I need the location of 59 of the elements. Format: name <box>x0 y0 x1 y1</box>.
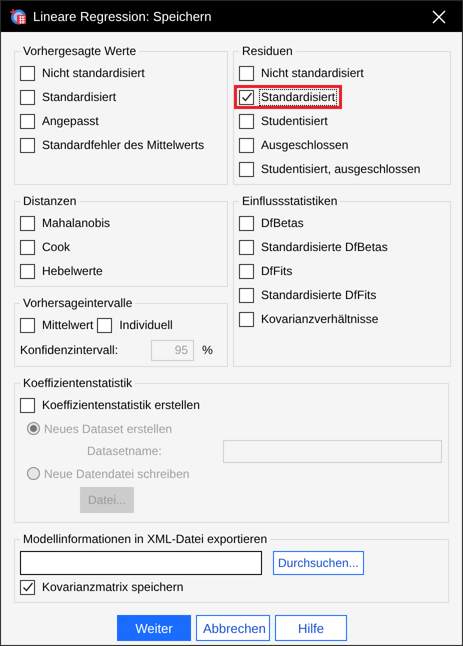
checkbox[interactable] <box>239 240 254 254</box>
file-path-field[interactable] <box>20 551 262 575</box>
app-icon <box>10 8 27 25</box>
checkbox[interactable] <box>239 264 254 278</box>
checkbox-label[interactable]: DfBetas <box>259 214 306 232</box>
checkbox[interactable] <box>20 138 35 152</box>
checkbox-label[interactable]: Kovarianzmatrix speichern <box>40 578 186 596</box>
checkbox-label[interactable]: Standardfehler des Mittelwerts <box>40 136 206 154</box>
checkbox-label[interactable]: Mahalanobis <box>40 214 112 232</box>
checkbox-label[interactable]: Studentisiert <box>259 112 330 130</box>
group-title: Distanzen <box>23 194 76 208</box>
checkbox[interactable] <box>20 216 35 230</box>
checkbox[interactable] <box>20 240 35 254</box>
checkbox[interactable] <box>239 162 254 176</box>
group-title: Residuen <box>242 44 293 58</box>
checkbox-label[interactable]: DfFits <box>259 262 294 280</box>
group-title: Vorhergesagte Werte <box>23 44 136 58</box>
checkbox-label[interactable]: Hebelwerte <box>40 262 105 280</box>
field-label: Datasetname: <box>87 444 163 458</box>
checkbox-label[interactable]: Studentisiert, ausgeschlossen <box>259 160 422 178</box>
checkbox[interactable] <box>20 264 35 278</box>
checkbox[interactable] <box>97 318 112 332</box>
group-title: Modellinformationen in XML-Datei exportieren <box>23 532 268 546</box>
checkbox-label[interactable]: Standardisierte DfBetas <box>259 238 390 256</box>
group-title: Vorhersageintervalle <box>23 296 132 310</box>
checkbox[interactable] <box>239 114 254 128</box>
group-title: Einflussstatistiken <box>242 194 338 208</box>
checkbox-label[interactable]: Ausgeschlossen <box>259 136 350 154</box>
window-title: Lineare Regression: Speichern <box>33 9 212 24</box>
checkbox[interactable] <box>20 580 35 594</box>
checkbox-label[interactable]: Angepasst <box>40 112 101 130</box>
checkbox[interactable] <box>20 398 35 412</box>
checkbox[interactable] <box>239 312 254 326</box>
checkbox[interactable] <box>20 318 35 332</box>
dialog-button[interactable]: Weiter <box>117 615 191 641</box>
checkbox-label[interactable]: Standardisierte DfFits <box>259 286 378 304</box>
checkbox-label[interactable]: Standardisiert <box>259 88 338 106</box>
checkbox[interactable] <box>20 66 35 80</box>
checkbox[interactable] <box>239 66 254 80</box>
checkbox-label[interactable]: Standardisiert <box>40 88 118 106</box>
checkbox-label[interactable]: Nicht standardisiert <box>259 64 366 82</box>
checkbox[interactable] <box>20 114 35 128</box>
checkbox[interactable] <box>239 90 254 104</box>
dialog-button[interactable]: Abbrechen <box>196 615 270 641</box>
checkbox-label[interactable]: Individuell <box>117 316 175 334</box>
unit-label: % <box>202 343 213 357</box>
field-label: Konfidenzintervall: <box>20 343 118 357</box>
checkbox-label[interactable]: Kovarianzverhältnisse <box>259 310 380 328</box>
checkbox-label[interactable]: Koeffizientenstatistik erstellen <box>40 396 202 414</box>
checkbox[interactable] <box>239 216 254 230</box>
checkbox-label[interactable]: Nicht standardisiert <box>40 64 147 82</box>
checkbox-label[interactable]: Cook <box>40 238 72 256</box>
checkbox[interactable] <box>239 288 254 302</box>
checkbox-label[interactable]: Mittelwert <box>40 316 96 334</box>
dialog-button[interactable]: Hilfe <box>275 615 347 641</box>
checkbox[interactable] <box>239 138 254 152</box>
group-title: Koeffizientenstatistik <box>23 376 132 390</box>
browse-button[interactable]: Durchsuchen... <box>273 551 364 575</box>
checkbox[interactable] <box>20 90 35 104</box>
